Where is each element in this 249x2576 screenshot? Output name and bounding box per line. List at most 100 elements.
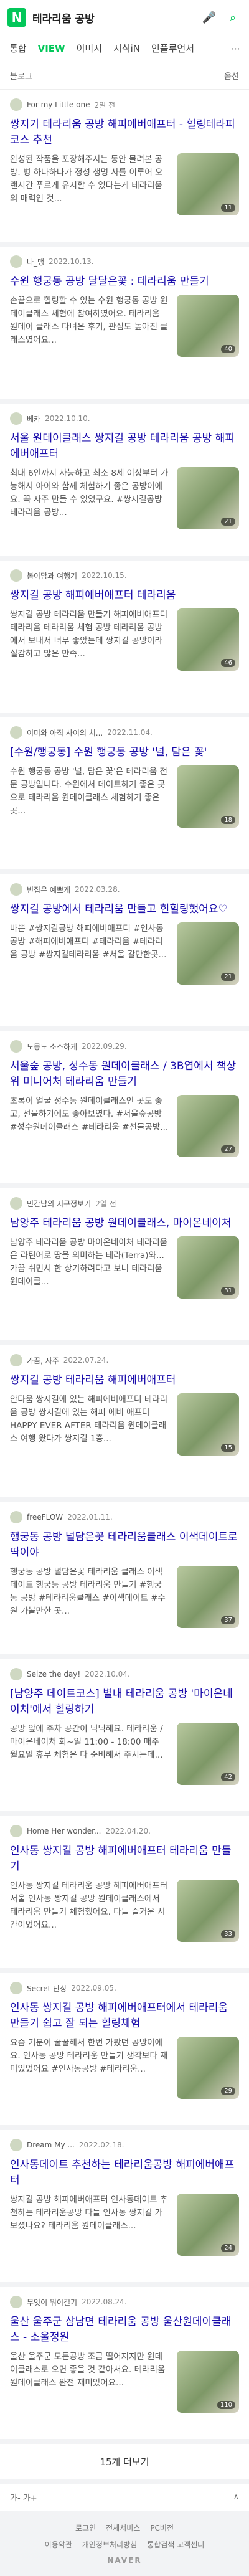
card-snippet: 최대 6인까지 사능하고 최소 8세 이상부터 가능해서 아이와 함께 체험하기… (10, 468, 169, 518)
result-card[interactable]: Home Her wonder... 2022.04.20. 인사동 쌍지길 공방 … (0, 1816, 249, 1968)
card-title[interactable]: 남양주 테라리움 공방 원데이클래스, 마이온네이처 (10, 1216, 239, 1231)
scroll-top-button[interactable]: ∧ (233, 2493, 239, 2502)
card-title[interactable]: 쌍지길 공방 해피에버애프터 테라리움 (10, 588, 239, 604)
tab-image[interactable]: 이미지 (71, 35, 108, 62)
card-title[interactable]: [남양주 데이트코스] 별내 테라리움 공방 '마이온네이처'에서 힐링하기 (10, 1687, 239, 1718)
result-card[interactable]: 가끔, 자주 2022.07.24. 쌍지길 공방 테라리움 해피에버애프터 안다움 … (0, 1345, 249, 1497)
card-title[interactable]: 인사동데이트 추천하는 테라리움공방 해피에버애프터 (10, 2157, 239, 2189)
result-card[interactable]: 무엇이 뭐이길기 2022.08.24. 울산 울주군 삼남면 테라리움 공방 울산… (0, 2287, 249, 2439)
tabs-more-icon[interactable]: ⋯ (226, 43, 245, 54)
card-date: 2022.10.15. (82, 571, 127, 580)
card-title[interactable]: 서울숲 공방, 성수동 원데이클래스 / 3B엽에서 책상 위 미니어처 테라리… (10, 1059, 239, 1090)
card-title[interactable]: [수원/행궁동] 수원 행궁동 공방 '널, 담은 꽃' (10, 745, 239, 760)
result-card[interactable]: 민간남의 지구정보기 2일 전남양주 테라리움 공방 원데이클래스, 마이온네이처… (0, 1188, 249, 1340)
image-count-badge: 21 (221, 518, 235, 526)
more-results-button[interactable]: 15개 더보기 (0, 2444, 249, 2479)
card-thumbnail[interactable]: 24 (177, 2194, 239, 2256)
image-count-badge: 15 (221, 1444, 235, 1452)
search-icon[interactable]: ⌕ (224, 9, 242, 26)
card-thumbnail[interactable]: 15 (177, 1393, 239, 1456)
card-header: Seize the day! 2022.10.04. (10, 1668, 239, 1680)
footer-link-pc[interactable]: PC버전 (150, 2522, 174, 2533)
card-thumbnail[interactable]: 37 (177, 1566, 239, 1628)
card-author[interactable]: 도몽도 소소하게 (27, 1041, 77, 1052)
card-snippet: 울산 울주군 모든공방 조금 떨어지지만 원데이클래스로 오면 좋을 것 같아서… (10, 2352, 166, 2388)
card-author[interactable]: Dream My ... (27, 2141, 75, 2149)
card-author[interactable]: For my Little one (27, 100, 90, 109)
card-title[interactable]: 인사동 쌍지길 공방 해피에버애프터에서 테라리움 만들기 쉽고 잘 되는 힐링… (10, 2001, 239, 2032)
card-title[interactable]: 수원 행궁동 공방 달달은꽃 : 테라리움 만들기 (10, 274, 239, 290)
card-author[interactable]: 민간남의 지구정보기 (27, 1198, 91, 1209)
result-card[interactable]: Seize the day! 2022.10.04. [남양주 데이트코스] 별내 … (0, 1659, 249, 1811)
result-card[interactable]: 빈집은 예쁘게 2022.03.28. 쌍지길 공방에서 테라리움 만들고 힌힐링했… (0, 874, 249, 1026)
card-author[interactable]: 빈집은 예쁘게 (27, 884, 70, 895)
card-title[interactable]: 행궁동 공방 널담은꽃 테라리움클래스 이색데이트로 딱이야 (10, 1530, 239, 1561)
tab-influencer[interactable]: 인플루언서 (146, 35, 200, 62)
avatar (10, 412, 22, 425)
image-count-badge: 31 (221, 1287, 235, 1295)
tab-kin[interactable]: 지식iN (108, 35, 146, 62)
result-card[interactable]: 봄이맘과 여행기 2022.10.15. 쌍지길 공방 해피에버애프터 테라리움 쌍지… (0, 561, 249, 713)
card-title[interactable]: 서울 원데이클래스 쌍지길 공방 테라리움 공방 해피에버애프터 (10, 431, 239, 462)
card-header: freeFLOW 2022.01.11. (10, 1511, 239, 1523)
image-count-badge: 42 (221, 1773, 235, 1781)
filter-options-button[interactable]: 옵션 (224, 70, 239, 82)
card-title[interactable]: 울산 울주군 삼남면 테라리움 공방 울산원데이클래스 - 소울정원 (10, 2314, 239, 2346)
footer-link-help[interactable]: 통합검색 고객센터 (147, 2539, 204, 2550)
card-thumbnail[interactable]: 110 (177, 2351, 239, 2413)
result-card[interactable]: freeFLOW 2022.01.11. 행궁동 공방 널담은꽃 테라리움클래스 이… (0, 1502, 249, 1654)
result-card[interactable]: 도몽도 소소하게 2022.09.29. 서울숲 공방, 성수동 원데이클래스 / … (0, 1031, 249, 1183)
result-card[interactable]: 나_맹 2022.10.13. 수원 행궁동 공방 달달은꽃 : 테라리움 만들기 손… (0, 247, 249, 399)
mic-icon[interactable]: 🎤 (200, 9, 218, 26)
card-title[interactable]: 쌍지기 테라리움 공방 해피에버애프터 - 힐링테라피 코스 추천 (10, 117, 239, 148)
result-card[interactable]: 베카 2022.10.10. 서울 원데이클래스 쌍지길 공방 테라리움 공방 해피… (0, 404, 249, 556)
card-thumbnail[interactable]: 21 (177, 922, 239, 985)
avatar (10, 2139, 22, 2151)
card-thumbnail[interactable]: 33 (177, 1880, 239, 1942)
image-count-badge: 18 (221, 816, 235, 824)
card-author[interactable]: freeFLOW (27, 1513, 63, 1522)
result-card[interactable]: Dream My ... 2022.02.18. 인사동데이트 추천하는 테라리움공… (0, 2130, 249, 2282)
footer-link-terms[interactable]: 이용약관 (45, 2539, 72, 2550)
result-card[interactable]: Secret 단상 2022.09.05. 인사동 쌍지길 공방 해피에버애프터에서… (0, 1973, 249, 2125)
search-input[interactable]: 테라리움 공방 (32, 6, 194, 29)
card-author[interactable]: Home Her wonder... (27, 1827, 101, 1835)
card-thumbnail[interactable]: 18 (177, 765, 239, 828)
naver-logo[interactable]: N (7, 8, 26, 27)
card-author[interactable]: Secret 단상 (27, 1983, 67, 1994)
font-size-control[interactable]: 가- 가+ (10, 2491, 37, 2503)
tab-view[interactable]: VIEW (32, 35, 71, 62)
card-thumbnail[interactable]: 31 (177, 1236, 239, 1299)
card-author[interactable]: 가끔, 자주 (27, 1355, 59, 1366)
result-card[interactable]: 이미와 아직 사이의 치... 2022.11.04. [수원/행궁동] 수원 행궁… (0, 717, 249, 869)
footer-link-privacy[interactable]: 개인정보처리방침 (82, 2539, 137, 2550)
card-thumbnail[interactable]: 11 (177, 153, 239, 215)
card-author[interactable]: 무엇이 뭐이길기 (27, 2297, 77, 2308)
card-title[interactable]: 쌍지길 공방에서 테라리움 만들고 힌힐링했어요♡ (10, 902, 239, 917)
card-thumbnail[interactable]: 46 (177, 608, 239, 671)
search-header: N 테라리움 공방 🎤 ⌕ (0, 0, 249, 35)
card-header: 가끔, 자주 2022.07.24. (10, 1354, 239, 1366)
card-thumbnail[interactable]: 27 (177, 1095, 239, 1157)
avatar (10, 883, 22, 896)
filter-blog-dropdown[interactable]: 블로그 (10, 70, 32, 82)
card-author[interactable]: Seize the day! (27, 1670, 80, 1679)
avatar (10, 1040, 22, 1053)
card-header: 민간남의 지구정보기 2일 전 (10, 1197, 239, 1210)
card-author[interactable]: 베카 (27, 414, 40, 424)
tab-integrated[interactable]: 통합 (4, 35, 32, 62)
card-snippet: 공방 앞에 주차 공간이 넉넉해요. 테라리움 / 마이온네이처 화~일 11:… (10, 1724, 163, 1760)
card-title[interactable]: 쌍지길 공방 테라리움 해피에버애프터 (10, 1373, 239, 1388)
card-title[interactable]: 인사동 쌍지길 공방 해피에버애프터 테라리움 만들기 (10, 1844, 239, 1875)
card-thumbnail[interactable]: 21 (177, 467, 239, 529)
card-author[interactable]: 나_맹 (27, 257, 44, 267)
result-card[interactable]: For my Little one 2일 전 쌍지기 테라리움 공방 해피에버애프터… (0, 90, 249, 242)
avatar (10, 1982, 22, 1994)
card-thumbnail[interactable]: 42 (177, 1723, 239, 1785)
card-thumbnail[interactable]: 29 (177, 2037, 239, 2099)
card-author[interactable]: 봄이맘과 여행기 (27, 571, 77, 581)
card-author[interactable]: 이미와 아직 사이의 치... (27, 727, 103, 738)
footer-link-login[interactable]: 로그인 (75, 2522, 96, 2533)
footer-link-services[interactable]: 전체서비스 (106, 2522, 140, 2533)
card-thumbnail[interactable]: 40 (177, 295, 239, 357)
